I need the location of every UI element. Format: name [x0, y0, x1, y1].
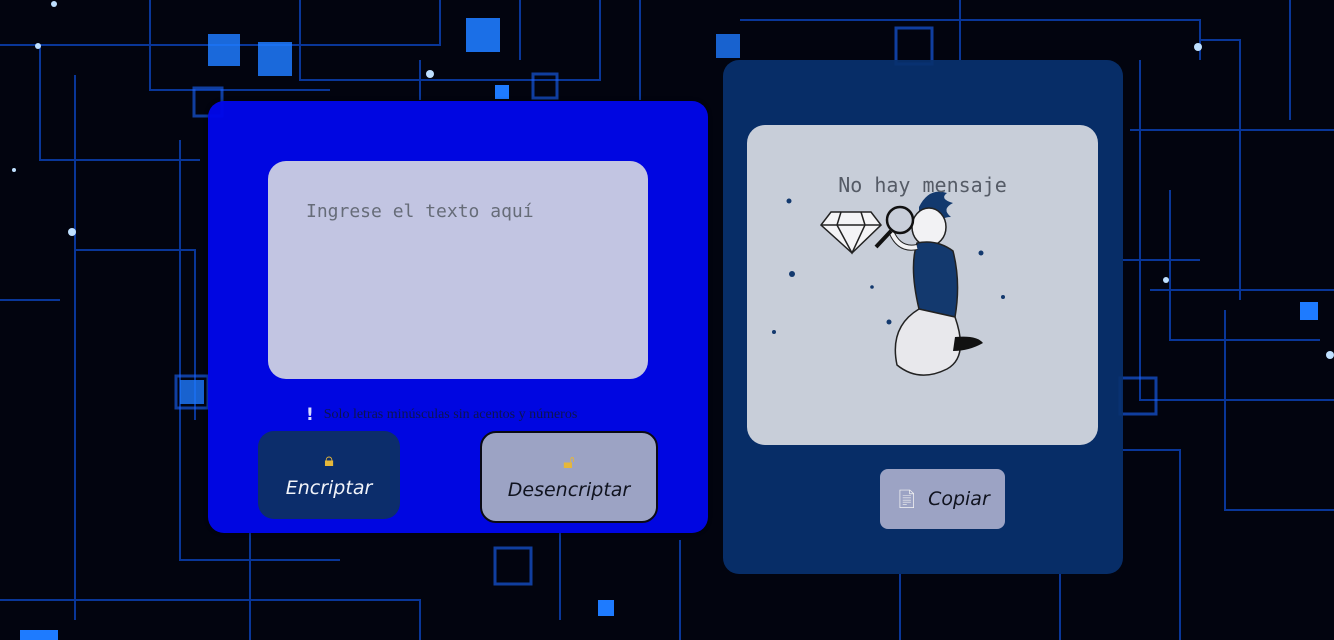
exclamation-icon: !	[306, 405, 314, 425]
no-message-text: No hay mensaje	[838, 173, 1007, 197]
copy-button[interactable]: 📄︎ Copiar	[880, 469, 1005, 529]
text-input[interactable]	[268, 161, 648, 379]
encrypt-button[interactable]: 🔒︎ Encriptar	[258, 431, 400, 519]
document-icon: 📄︎	[895, 488, 919, 510]
person-magnifier-illustration	[772, 191, 1005, 376]
decrypt-button-label: Desencriptar	[507, 479, 631, 501]
output-area[interactable]: No hay mensaje	[747, 125, 1098, 445]
hint-text: Solo letras minúsculas sin acentos y núm…	[323, 407, 578, 422]
decrypt-button[interactable]: 🔓︎ Desencriptar	[480, 431, 658, 523]
input-hint: ! Solo letras minúsculas sin acentos y n…	[306, 404, 577, 426]
lock-icon: 🔒︎	[324, 450, 334, 471]
unlock-icon: 🔓︎	[563, 452, 575, 473]
output-panel: No hay mensaje 📄︎ Copiar	[723, 60, 1123, 574]
copy-button-label: Copiar	[928, 488, 990, 510]
encrypt-panel: ! Solo letras minúsculas sin acentos y n…	[208, 101, 708, 533]
encrypt-button-label: Encriptar	[285, 477, 373, 499]
